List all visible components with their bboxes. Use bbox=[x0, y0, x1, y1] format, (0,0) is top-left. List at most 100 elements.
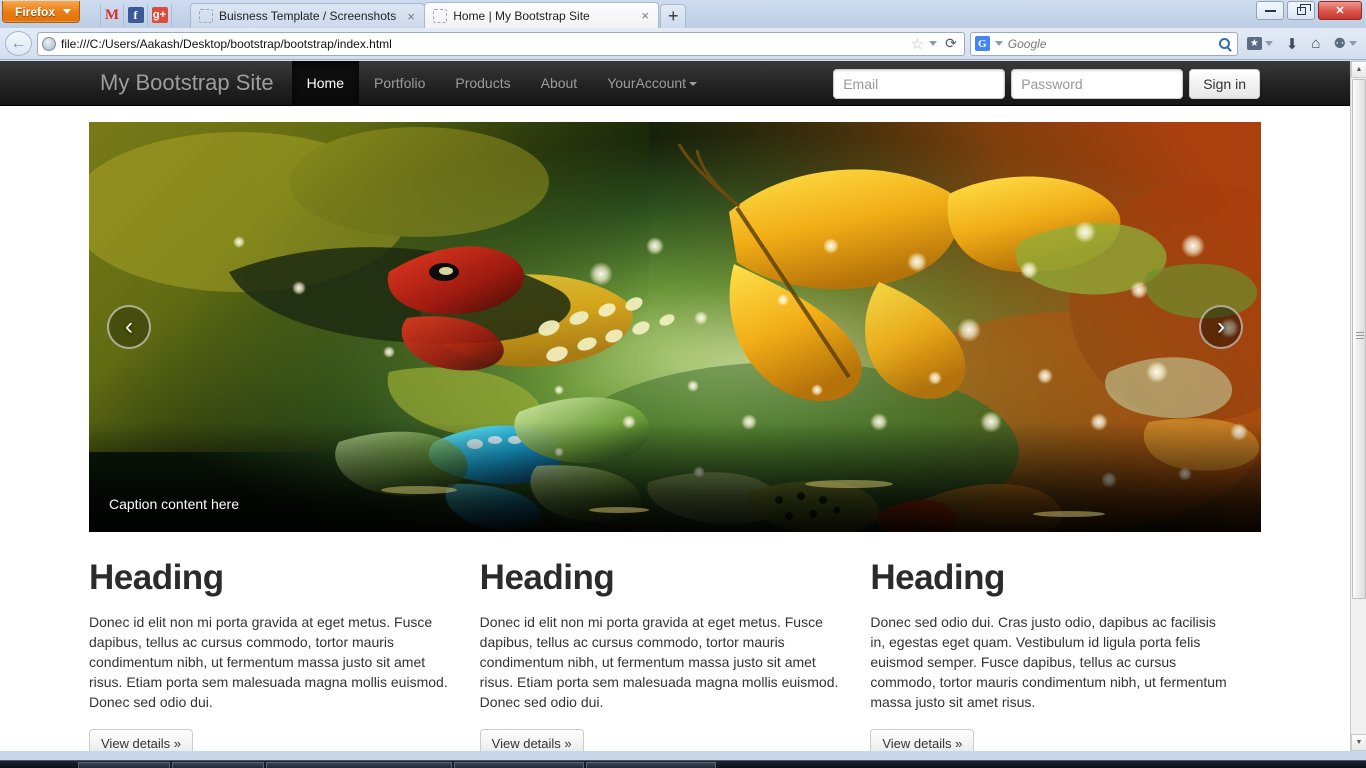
gmail-glyph: M bbox=[104, 6, 120, 23]
taskbar-item[interactable] bbox=[266, 762, 452, 768]
sign-in-label: Sign in bbox=[1203, 75, 1246, 92]
column-body: Donec id elit non mi porta gravida at eg… bbox=[479, 614, 839, 710]
restore-icon bbox=[1296, 3, 1311, 15]
minimize-button[interactable] bbox=[1256, 1, 1284, 20]
firefox-menu-label: Firefox bbox=[15, 4, 56, 19]
view-details-button-3[interactable]: View details » bbox=[870, 729, 975, 751]
site-nav-links: Home Portfolio Products About YourAccoun… bbox=[291, 61, 712, 106]
nav-item-home[interactable]: Home bbox=[291, 61, 359, 106]
taskbar-item[interactable] bbox=[78, 762, 170, 768]
tab-strip: Firefox M f g+ Buisness Template / Scree… bbox=[0, 0, 1366, 28]
googleplus-glyph: g+ bbox=[151, 7, 168, 23]
chevron-down-icon[interactable] bbox=[929, 41, 938, 46]
nav-item-about[interactable]: About bbox=[526, 61, 593, 106]
windows-taskbar bbox=[0, 760, 1366, 768]
home-button[interactable]: ⌂ bbox=[1307, 35, 1324, 52]
nav-item-label: Products bbox=[455, 74, 511, 91]
tab-home-my-bootstrap-site[interactable]: Home | My Bootstrap Site × bbox=[424, 2, 660, 28]
extension-icon: ⚉ bbox=[1333, 35, 1346, 51]
nav-item-portfolio[interactable]: Portfolio bbox=[359, 61, 440, 106]
scroll-up-button[interactable]: ▲ bbox=[1351, 61, 1366, 78]
search-icon[interactable] bbox=[1218, 38, 1230, 49]
new-tab-button[interactable]: + bbox=[660, 4, 687, 28]
carousel: ‹ › Caption content here bbox=[89, 122, 1261, 532]
email-placeholder: Email bbox=[843, 75, 879, 92]
tab-favicon bbox=[433, 8, 448, 23]
facebook-icon[interactable]: f bbox=[124, 4, 148, 26]
address-bar[interactable]: file:///C:/Users/Aakash/Desktop/bootstra… bbox=[37, 31, 965, 56]
back-arrow-icon: ← bbox=[10, 34, 27, 52]
window-controls: ✕ bbox=[1256, 1, 1362, 20]
reload-icon[interactable]: ⟳ bbox=[942, 35, 960, 52]
globe-icon bbox=[42, 36, 56, 51]
tab-favicon bbox=[199, 9, 213, 23]
search-bar[interactable]: G Google bbox=[969, 31, 1238, 56]
view-details-label: View details » bbox=[491, 735, 572, 751]
column-body: Donec id elit non mi porta gravida at eg… bbox=[89, 614, 448, 710]
minimize-icon bbox=[1264, 9, 1276, 12]
home-icon: ⌂ bbox=[1311, 35, 1321, 52]
taskbar-item[interactable] bbox=[172, 762, 264, 768]
browser-toolbar: ← file:///C:/Users/Aakash/Desktop/bootst… bbox=[0, 28, 1366, 60]
gmail-icon[interactable]: M bbox=[100, 4, 124, 26]
downloads-icon: ⬇ bbox=[1285, 35, 1299, 53]
password-placeholder: Password bbox=[1021, 75, 1083, 92]
carousel-prev-button[interactable]: ‹ bbox=[107, 305, 151, 349]
column-heading: Heading bbox=[870, 558, 1005, 597]
firefox-menu-button[interactable]: Firefox bbox=[2, 1, 81, 23]
taskbar-item[interactable] bbox=[454, 762, 584, 768]
close-icon[interactable]: × bbox=[404, 9, 418, 24]
sign-in-button[interactable]: Sign in bbox=[1189, 68, 1260, 99]
tab-label: Home | My Bootstrap Site bbox=[453, 8, 590, 23]
chevron-down-icon[interactable] bbox=[994, 41, 1003, 46]
nav-item-youraccount[interactable]: YourAccount bbox=[592, 61, 712, 106]
app-tab-icons: M f g+ bbox=[100, 3, 172, 27]
carousel-image bbox=[89, 122, 1261, 532]
close-window-button[interactable]: ✕ bbox=[1318, 1, 1362, 20]
scrollbar-thumb[interactable] bbox=[1352, 79, 1366, 599]
chevron-left-icon: ‹ bbox=[125, 313, 133, 340]
browser-window: Firefox M f g+ Buisness Template / Scree… bbox=[0, 0, 1366, 768]
googleplus-icon[interactable]: g+ bbox=[148, 4, 172, 26]
extension-button[interactable]: ⚉ bbox=[1329, 35, 1361, 52]
view-details-button-1[interactable]: View details » bbox=[89, 729, 193, 751]
site-navbar: My Bootstrap Site Home Portfolio Product… bbox=[0, 61, 1350, 106]
password-field[interactable]: Password bbox=[1011, 68, 1184, 99]
scroll-down-button[interactable]: ▼ bbox=[1351, 734, 1366, 751]
page-container: ‹ › Caption content here Heading Donec i… bbox=[89, 106, 1261, 751]
chevron-right-icon: › bbox=[1217, 313, 1225, 340]
nav-item-label: YourAccount bbox=[607, 74, 687, 91]
bookmark-star-icon[interactable]: ☆ bbox=[911, 35, 924, 53]
close-icon[interactable]: × bbox=[638, 8, 652, 23]
nav-item-label: Home bbox=[306, 74, 344, 91]
bookmarks-button[interactable] bbox=[1243, 37, 1277, 50]
downloads-button[interactable]: ⬇ bbox=[1282, 35, 1303, 53]
column-body: Donec sed odio dui. Cras justo odio, dap… bbox=[870, 614, 1227, 710]
facebook-glyph: f bbox=[127, 7, 144, 23]
view-details-label: View details » bbox=[882, 735, 963, 751]
column-heading: Heading bbox=[479, 558, 615, 597]
feature-columns: Heading Donec id elit non mi porta gravi… bbox=[89, 558, 1261, 751]
search-input[interactable]: Google bbox=[1008, 37, 1214, 51]
taskbar-item[interactable] bbox=[586, 762, 716, 768]
view-details-button-2[interactable]: View details » bbox=[479, 729, 584, 751]
page-scrollbar[interactable]: ▲ ▼ bbox=[1350, 61, 1366, 751]
close-icon: ✕ bbox=[1335, 5, 1345, 17]
nav-item-products[interactable]: Products bbox=[440, 61, 525, 106]
feature-column-2: Heading Donec id elit non mi porta gravi… bbox=[479, 558, 871, 751]
restore-button[interactable] bbox=[1287, 1, 1315, 20]
back-button[interactable]: ← bbox=[5, 31, 32, 56]
feature-column-3: Heading Donec sed odio dui. Cras justo o… bbox=[870, 558, 1261, 751]
site-brand[interactable]: My Bootstrap Site bbox=[88, 70, 286, 96]
login-form: Email Password Sign in bbox=[833, 61, 1260, 106]
email-field[interactable]: Email bbox=[833, 68, 1006, 99]
tab-buisness-template[interactable]: Buisness Template / Screenshots × bbox=[190, 3, 426, 28]
tab-label: Buisness Template / Screenshots bbox=[219, 9, 397, 23]
chevron-down-icon bbox=[1349, 41, 1357, 46]
nav-item-label: About bbox=[540, 74, 578, 91]
chevron-down-icon bbox=[1264, 41, 1273, 46]
tab-list: Buisness Template / Screenshots × Home |… bbox=[190, 2, 687, 28]
column-heading: Heading bbox=[89, 558, 224, 597]
carousel-next-button[interactable]: › bbox=[1199, 305, 1243, 349]
google-icon: G bbox=[974, 36, 990, 51]
